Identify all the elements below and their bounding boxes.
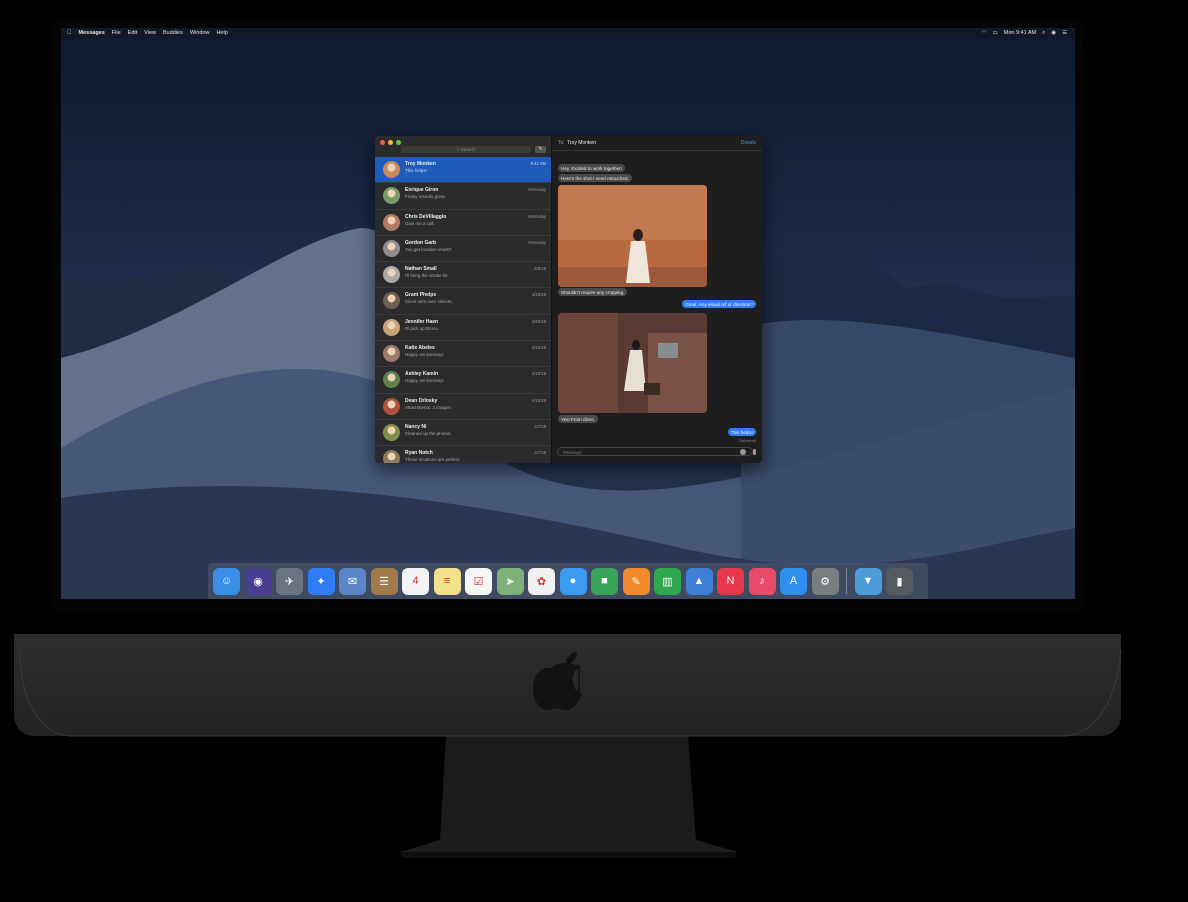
imac-stand (19, 649, 1122, 858)
